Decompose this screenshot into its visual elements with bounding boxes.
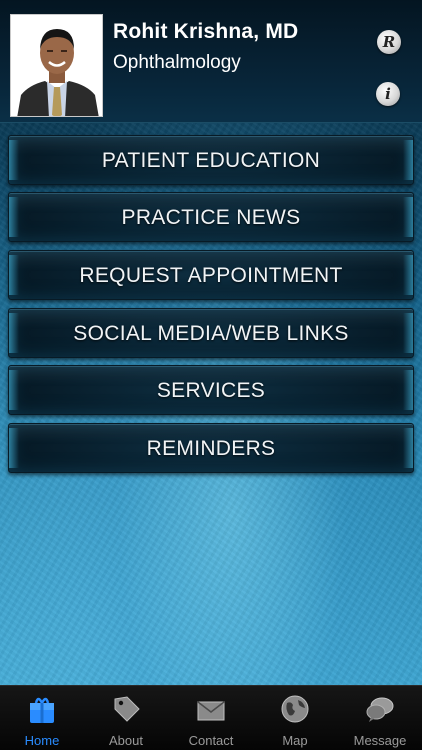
request-appointment-button[interactable]: REQUEST APPOINTMENT: [8, 250, 414, 300]
doctor-specialty: Ophthalmology: [113, 52, 241, 73]
reminders-button[interactable]: REMINDERS: [8, 423, 414, 473]
doctor-photo: [10, 14, 103, 117]
social-media-web-links-button[interactable]: SOCIAL MEDIA/WEB LINKS: [8, 308, 414, 358]
envelope-icon: [197, 701, 225, 721]
tab-contact[interactable]: Contact: [169, 686, 253, 750]
tab-bar: Home About Contact Map Message: [0, 685, 422, 750]
tab-label: About: [109, 733, 143, 748]
tab-message[interactable]: Message: [338, 686, 422, 750]
info-button[interactable]: i: [376, 82, 400, 106]
home-icon: [30, 697, 54, 723]
tab-label: Contact: [188, 733, 234, 748]
services-button[interactable]: SERVICES: [8, 365, 414, 415]
tab-label: Map: [282, 733, 308, 748]
tab-about[interactable]: About: [84, 686, 168, 750]
tab-map[interactable]: Map: [253, 686, 337, 750]
patient-education-button[interactable]: PATIENT EDUCATION: [8, 135, 414, 185]
practice-news-button[interactable]: PRACTICE NEWS: [8, 192, 414, 242]
tab-home[interactable]: Home: [0, 686, 84, 750]
doctor-name: Rohit Krishna, MD: [113, 20, 299, 43]
chat-bubble-icon: [366, 697, 394, 722]
r-button[interactable]: R: [377, 30, 401, 54]
globe-icon: [281, 695, 309, 723]
tab-label: Message: [353, 733, 407, 748]
doctor-header: Rohit Krishna, MD Ophthalmology R i: [0, 0, 422, 123]
tab-label: Home: [24, 733, 60, 748]
tag-icon: [114, 696, 140, 722]
